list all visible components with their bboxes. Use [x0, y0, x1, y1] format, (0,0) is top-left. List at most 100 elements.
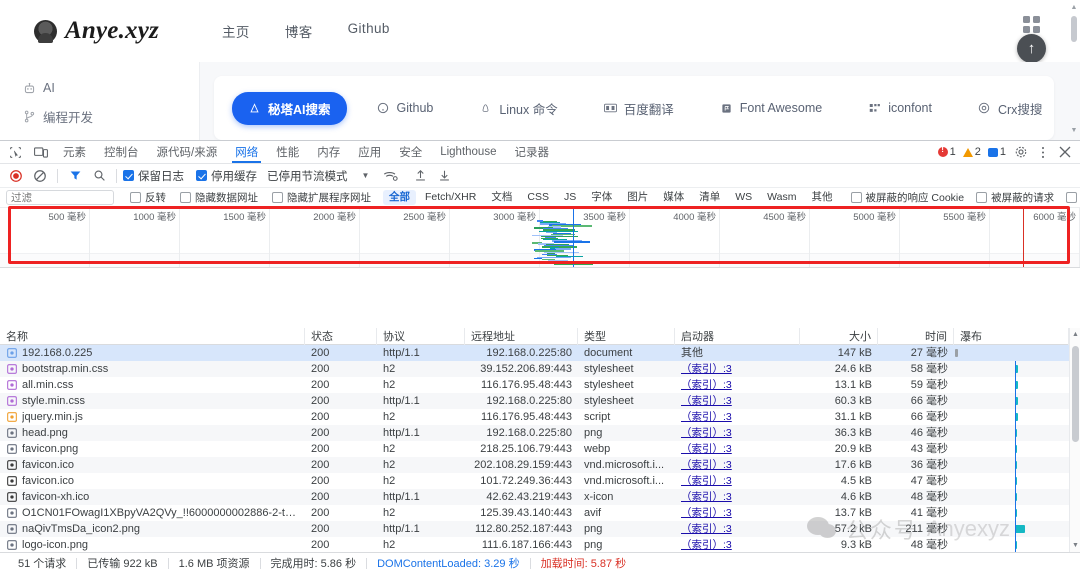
initiator-link[interactable]: （索引）:3 — [681, 539, 732, 551]
chip-baidu-translate[interactable]: 百度翻译 — [588, 92, 690, 125]
chip-iconfont[interactable]: iconfont — [852, 94, 948, 122]
filter-input[interactable] — [6, 190, 114, 205]
sidebar-item-dev[interactable]: 编程开发 — [22, 102, 199, 130]
table-row[interactable]: jquery.min.js 200 h2 116.176.95.48:443 scrip… — [0, 409, 1080, 425]
type-filter-all[interactable]: 全部 — [383, 190, 416, 205]
inspect-element-icon[interactable] — [2, 141, 28, 163]
table-row[interactable]: 192.168.0.225 200 http/1.1 192.168.0.225:80… — [0, 345, 1080, 361]
chip-metaso[interactable]: 秘塔AI搜索 — [232, 91, 347, 125]
blocked-requests-checkbox[interactable]: 被屏蔽的请求 — [976, 190, 1054, 205]
cell-initiator[interactable]: （索引）:3 — [675, 505, 800, 521]
nav-item-github[interactable]: Github — [348, 21, 390, 41]
cell-initiator[interactable]: （索引）:3 — [675, 441, 800, 457]
initiator-link[interactable]: （索引）:3 — [681, 523, 732, 535]
initiator-link[interactable]: （索引）:3 — [681, 491, 732, 503]
cell-initiator[interactable]: （索引）:3 — [675, 473, 800, 489]
table-row[interactable]: all.min.css 200 h2 116.176.95.48:443 stylesh… — [0, 377, 1080, 393]
cell-initiator[interactable]: （索引）:3 — [675, 521, 800, 537]
table-row[interactable]: favicon-xh.ico 200 http/1.1 42.62.43.219:44… — [0, 489, 1080, 505]
grid-menu-icon[interactable] — [1023, 16, 1040, 33]
column-header-5[interactable]: 类型 — [578, 328, 675, 345]
cell-initiator[interactable]: （索引）:3 — [675, 393, 800, 409]
filter-icon[interactable] — [64, 166, 86, 186]
scroll-to-top-button[interactable]: ↑ — [1017, 34, 1046, 63]
type-filter-css[interactable]: CSS — [521, 190, 555, 205]
table-row[interactable]: favicon.png 200 h2 218.25.106.79:443 webp （索引… — [0, 441, 1080, 457]
cell-initiator[interactable]: （索引）:3 — [675, 489, 800, 505]
scroll-down-arrow[interactable]: ▼ — [1070, 127, 1078, 134]
table-row[interactable]: favicon.ico 200 h2 202.108.29.159:443 vnd.mi… — [0, 457, 1080, 473]
column-header-4[interactable]: 远程地址 — [465, 328, 578, 345]
tab-lighthouse[interactable]: Lighthouse — [431, 141, 505, 163]
column-header-9[interactable]: 瀑布 — [954, 328, 1069, 345]
column-header-8[interactable]: 时间 — [878, 328, 954, 345]
table-row[interactable]: naQivTmsDa_icon2.png 200 http/1.1 112.80.25… — [0, 521, 1080, 537]
type-filter-media[interactable]: 媒体 — [657, 190, 690, 205]
scroll-up-arrow[interactable]: ▲ — [1070, 4, 1078, 11]
table-row[interactable]: style.min.css 200 http/1.1 192.168.0.225:80… — [0, 393, 1080, 409]
chip-github[interactable]: Github — [361, 94, 450, 122]
device-toolbar-icon[interactable] — [28, 141, 54, 163]
preserve-log-checkbox[interactable]: 保留日志 — [123, 168, 184, 184]
initiator-link[interactable]: （索引）:3 — [681, 475, 732, 487]
tab-network[interactable]: 网络 — [226, 141, 267, 163]
type-filter-other[interactable]: 其他 — [806, 190, 839, 205]
scroll-up-arrow[interactable]: ▲ — [1070, 329, 1080, 340]
network-conditions-icon[interactable] — [379, 166, 401, 186]
type-filter-fetchxhr[interactable]: Fetch/XHR — [419, 190, 482, 205]
table-row[interactable]: bootstrap.min.css 200 h2 39.152.206.89:443 s… — [0, 361, 1080, 377]
tab-sources[interactable]: 源代码/来源 — [148, 141, 227, 163]
tab-console[interactable]: 控制台 — [95, 141, 148, 163]
initiator-link[interactable]: （索引）:3 — [681, 459, 732, 471]
tab-security[interactable]: 安全 — [390, 141, 431, 163]
initiator-link[interactable]: （索引）:3 — [681, 427, 732, 439]
type-filter-ws[interactable]: WS — [729, 190, 758, 205]
info-count-badge[interactable]: 1 — [986, 146, 1008, 158]
column-header-3[interactable]: 协议 — [377, 328, 465, 345]
type-filter-js[interactable]: JS — [558, 190, 582, 205]
cell-initiator[interactable]: （索引）:3 — [675, 537, 800, 552]
initiator-link[interactable]: （索引）:3 — [681, 395, 732, 407]
table-row[interactable]: head.png 200 http/1.1 192.168.0.225:80 png （索… — [0, 425, 1080, 441]
type-filter-img[interactable]: 图片 — [621, 190, 654, 205]
close-devtools-icon[interactable] — [1055, 143, 1074, 162]
tab-recorder[interactable]: 记录器 — [505, 141, 558, 163]
initiator-link[interactable]: （索引）:3 — [681, 411, 732, 423]
chevron-down-icon[interactable]: ▼ — [362, 171, 370, 180]
table-row[interactable]: O1CN01FOwagI1XBpyVA2QVy_!!6000000002886-… — [0, 505, 1080, 521]
column-header-2[interactable]: 状态 — [305, 328, 377, 345]
initiator-link[interactable]: （索引）:3 — [681, 363, 732, 375]
hide-data-urls-checkbox[interactable]: 隐藏数据网址 — [180, 190, 258, 205]
error-count-badge[interactable]: 1 — [936, 145, 958, 158]
disable-cache-checkbox[interactable]: 停用缓存 — [196, 168, 257, 184]
tab-performance[interactable]: 性能 — [267, 141, 308, 163]
chip-crx[interactable]: Crx搜搜 — [962, 92, 1058, 125]
throttling-select[interactable]: 已停用节流模式 — [267, 168, 348, 184]
tab-memory[interactable]: 内存 — [308, 141, 349, 163]
table-row[interactable]: favicon.ico 200 h2 101.72.249.36:443 vnd.mic… — [0, 473, 1080, 489]
page-scrollbar[interactable]: ▲ ▼ — [1070, 4, 1078, 136]
tab-elements[interactable]: 元素 — [54, 141, 95, 163]
scroll-thumb[interactable] — [1072, 346, 1079, 442]
network-overview-timeline[interactable]: 500 毫秒 1000 毫秒 1500 毫秒 2000 毫秒 2500 毫秒 3000 毫… — [0, 208, 1080, 268]
column-header-1[interactable]: 名称 — [0, 328, 305, 345]
search-icon[interactable] — [88, 166, 110, 186]
settings-gear-icon[interactable] — [1011, 143, 1030, 162]
initiator-link[interactable]: （索引）:3 — [681, 443, 732, 455]
nav-item-home[interactable]: 主页 — [222, 21, 250, 41]
site-brand[interactable]: Anye.xyz — [0, 17, 210, 45]
table-vertical-scrollbar[interactable]: ▲ ▼ — [1069, 328, 1080, 552]
scroll-thumb[interactable] — [1071, 16, 1077, 42]
sidebar-item-ai[interactable]: AI — [22, 74, 199, 102]
type-filter-wasm[interactable]: Wasm — [761, 190, 802, 205]
table-row[interactable]: logo-icon.png 200 h2 111.6.187.166:443 png （索… — [0, 537, 1080, 552]
cell-initiator[interactable]: （索引）:3 — [675, 457, 800, 473]
third-party-checkbox[interactable]: 第三方请求 — [1066, 190, 1080, 205]
export-har-icon[interactable] — [433, 166, 455, 186]
cell-initiator[interactable]: （索引）:3 — [675, 409, 800, 425]
initiator-link[interactable]: （索引）:3 — [681, 379, 732, 391]
invert-checkbox[interactable]: 反转 — [130, 190, 166, 205]
hide-ext-urls-checkbox[interactable]: 隐藏扩展程序网址 — [272, 190, 371, 205]
nav-item-blog[interactable]: 博客 — [285, 21, 313, 41]
more-options-icon[interactable] — [1033, 143, 1052, 162]
